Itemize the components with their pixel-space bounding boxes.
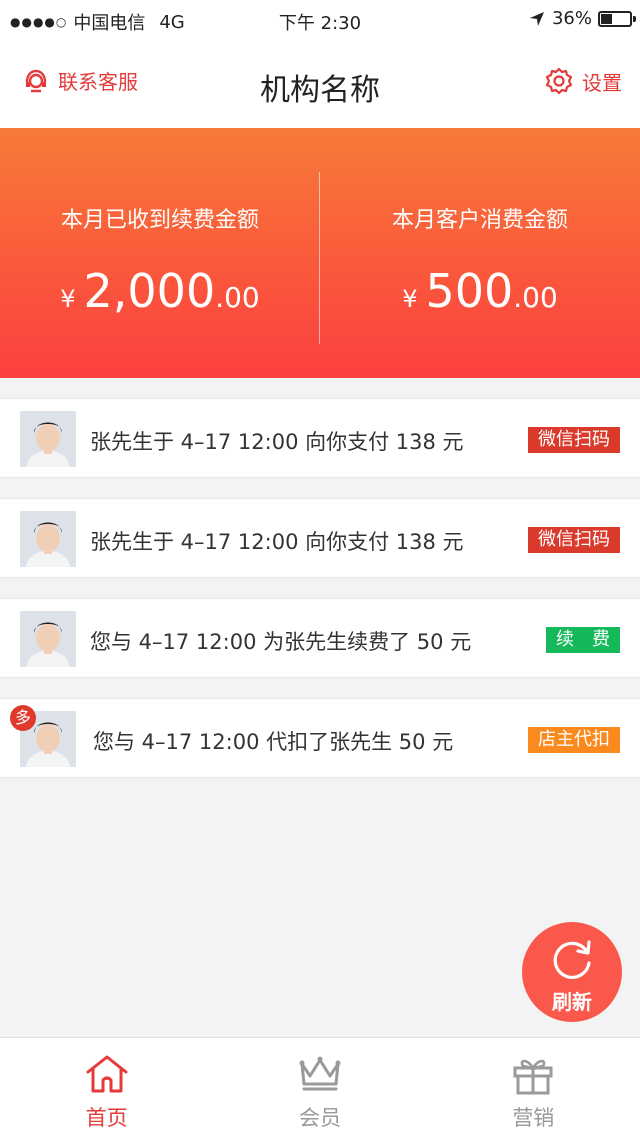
payment-type-tag: 续 费 [546, 627, 620, 653]
transaction-row[interactable]: 您与 4–17 12:00 为张先生续费了 50 元 续 费 [0, 598, 640, 678]
avatar-image [20, 611, 76, 667]
battery-percent: 36% [551, 8, 592, 29]
payment-type-tag: 店主代扣 [528, 727, 620, 753]
transaction-text: 张先生于 4–17 12:00 向你支付 138 元 [90, 530, 464, 554]
tab-marketing[interactable]: 营销 [427, 1038, 640, 1136]
tab-bar: 首页 会员 营销 [0, 1037, 640, 1136]
refresh-label: 刷新 [552, 990, 592, 1014]
payment-type-tag: 微信扫码 [528, 427, 620, 453]
home-icon [86, 1055, 128, 1093]
settings-button[interactable]: 设置 [544, 66, 622, 96]
transaction-row[interactable]: 多 您与 4–17 12:00 代扣了张先生 50 元 店主代扣 [0, 698, 640, 778]
currency-symbol: ¥ [60, 285, 76, 313]
settings-label: 设置 [582, 70, 622, 95]
gear-icon [545, 67, 573, 95]
crown-icon [299, 1056, 341, 1091]
avatar [20, 611, 76, 667]
amount-integer: 2,000 [83, 264, 216, 318]
renewal-summary-label: 本月已收到续费金额 [60, 208, 259, 233]
amount-decimal: .00 [215, 281, 260, 314]
transaction-text: 张先生于 4–17 12:00 向你支付 138 元 [90, 430, 464, 454]
transaction-row[interactable]: 张先生于 4–17 12:00 向你支付 138 元 微信扫码 [0, 498, 640, 578]
status-bar: ●●●●○ 中国电信 4G 下午 2:30 36% [0, 0, 640, 40]
multiple-badge: 多 [10, 705, 36, 731]
transaction-row[interactable]: 张先生于 4–17 12:00 向你支付 138 元 微信扫码 [0, 398, 640, 478]
consumption-summary-label: 本月客户消费金额 [391, 208, 568, 233]
avatar [20, 411, 76, 467]
tab-home[interactable]: 首页 [0, 1038, 213, 1136]
transaction-text: 您与 4–17 12:00 代扣了张先生 50 元 [93, 730, 454, 754]
tab-home-label: 首页 [85, 1106, 128, 1130]
amount-integer: 500 [425, 264, 514, 318]
amount-decimal: .00 [513, 281, 558, 314]
tab-marketing-label: 营销 [512, 1106, 555, 1130]
consumption-summary-amount: ¥500.00 [320, 264, 640, 318]
location-arrow-icon [529, 11, 544, 26]
avatar-image [20, 511, 76, 567]
currency-symbol: ¥ [402, 285, 418, 313]
monthly-summary-banner: 本月已收到续费金额 ¥2,000.00 本月客户消费金额 ¥500.00 [0, 128, 640, 378]
payment-type-tag: 微信扫码 [528, 527, 620, 553]
tab-members[interactable]: 会员 [213, 1038, 426, 1136]
refresh-icon [553, 940, 591, 979]
battery-fill [601, 13, 612, 24]
tab-members-label: 会员 [298, 1106, 341, 1130]
avatar [20, 511, 76, 567]
nav-bar: 联系客服 机构名称 设置 [0, 40, 640, 128]
transaction-text: 您与 4–17 12:00 为张先生续费了 50 元 [90, 630, 472, 654]
avatar-image [20, 411, 76, 467]
renewal-summary: 本月已收到续费金额 ¥2,000.00 [0, 128, 320, 378]
renewal-summary-amount: ¥2,000.00 [0, 264, 320, 318]
refresh-button[interactable]: 刷新 [522, 922, 622, 1022]
gift-icon [513, 1059, 553, 1095]
consumption-summary: 本月客户消费金额 ¥500.00 [320, 128, 640, 378]
battery-icon [598, 10, 636, 27]
status-right: 36% [528, 8, 636, 29]
